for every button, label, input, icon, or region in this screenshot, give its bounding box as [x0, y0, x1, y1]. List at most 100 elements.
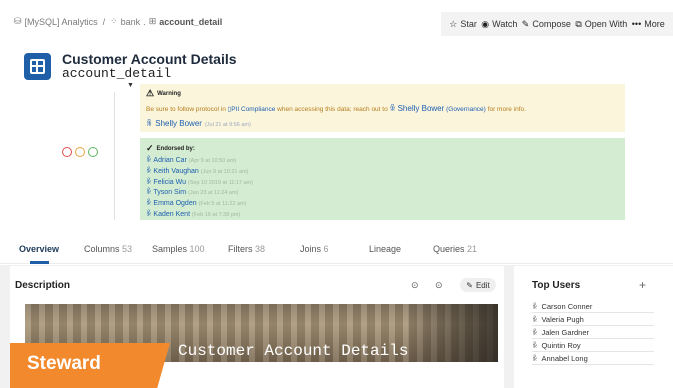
endorser-time: (Jun 9 at 10:21 am) [200, 168, 249, 175]
star-label: Star [460, 19, 477, 29]
tab-label: Joins [300, 244, 322, 254]
top-user-name: Annabel Long [541, 353, 588, 363]
watch-button[interactable]: ◉ Watch [481, 19, 517, 30]
schema-icon: ⁘ [110, 16, 118, 26]
person-icon: ꆜ [146, 119, 153, 128]
tab-columns[interactable]: Columns 53 [84, 244, 132, 254]
collapse-caret-icon[interactable]: ▼ [127, 82, 134, 89]
more-label: More [644, 19, 665, 29]
description-title: Description [15, 280, 71, 291]
endorser-name[interactable]: Tyson Sim [153, 189, 186, 196]
steward-label: Steward [27, 353, 101, 374]
status-yellow-circle-icon[interactable] [75, 147, 85, 157]
person-icon: ꆜ [532, 343, 538, 350]
status-green-circle-icon[interactable] [88, 147, 98, 157]
active-tab-indicator [30, 261, 49, 264]
breadcrumb-table[interactable]: account_detail [159, 17, 222, 27]
person-icon: ꆜ [532, 304, 538, 311]
top-user-item[interactable]: ꆜ Jalen Gardner [532, 326, 654, 339]
pencil-icon: ✎ [521, 18, 530, 29]
status-indicators [62, 147, 98, 157]
person-icon: ꆜ [532, 330, 538, 337]
endorsement-heading: Endorsed by: [156, 145, 195, 152]
pii-compliance-link[interactable]: PII Compliance [231, 106, 275, 113]
tab-queries[interactable]: Queries 21 [433, 244, 477, 254]
open-with-button[interactable]: ⧉ Open With [575, 19, 627, 30]
warning-text-2: when accessing this data; reach out to [277, 106, 388, 113]
endorser-time: (Apr 9 at 10:50 am) [188, 158, 237, 164]
tab-label: Lineage [369, 244, 402, 254]
status-red-circle-icon[interactable] [62, 147, 72, 157]
warning-heading: Warning [157, 90, 181, 97]
tab-count: 6 [323, 244, 329, 254]
person-icon: ꆜ [532, 317, 538, 324]
endorser-item: ꆜ Kaden Kent (Feb 16 at 7:38 pm) [146, 210, 619, 221]
page-subtitle: account_detail [62, 66, 172, 81]
endorser-name[interactable]: Adrian Car [153, 157, 186, 164]
clock-icon[interactable]: ⊙ [435, 280, 443, 291]
warning-banner: ⚠ Warning Be sure to follow protocol in … [140, 84, 625, 132]
endorser-name[interactable]: Kaden Kent [153, 211, 190, 218]
tab-label: Samples [152, 244, 188, 254]
image-caption-title: Customer Account Details [178, 342, 409, 360]
contact-link[interactable]: Shelly Bower [398, 104, 445, 113]
more-button[interactable]: ••• More [632, 19, 665, 29]
add-user-button[interactable]: + [639, 278, 646, 292]
tab-count: 38 [255, 244, 266, 254]
endorser-name[interactable]: Emma Ogden [153, 200, 196, 207]
endorser-time: (Feb 16 at 7:38 pm) [191, 211, 241, 218]
person-icon: ꆜ [389, 104, 396, 113]
breadcrumb-separator: / [102, 16, 106, 27]
endorser-item: ꆜ Tyson Sim (Jan 23 at 11:24 am) [146, 188, 619, 199]
table-icon: ⊞ [148, 16, 157, 26]
warning-author: ꆜ Shelly Bower (Jul 21 at 9:56 am) [146, 117, 619, 128]
top-user-item[interactable]: ꆜ Carson Conner [532, 300, 654, 313]
top-users-title: Top Users [532, 280, 581, 291]
check-icon: ✓ [146, 143, 154, 153]
tab-label: Queries [433, 244, 465, 254]
top-user-item[interactable]: ꆜ Annabel Long [532, 352, 654, 365]
history-icon[interactable]: ⊙ [411, 280, 419, 291]
tab-bar: Overview Columns 53 Samples 100 Filters … [0, 236, 673, 264]
endorsement-header: ✓ Endorsed by: [146, 143, 619, 154]
tab-overview[interactable]: Overview [19, 244, 59, 254]
compose-button[interactable]: ✎ Compose [522, 19, 571, 30]
top-user-item[interactable]: ꆜ Quintin Roy [532, 339, 654, 352]
thread-line [114, 92, 115, 220]
breadcrumb-source[interactable]: [MySQL] Analytics [25, 17, 98, 27]
endorsement-list: ꆜ Adrian Car (Apr 9 at 10:50 am) ꆜ Keith… [146, 156, 619, 221]
pencil-icon: ✎ [466, 280, 473, 290]
open-with-label: Open With [584, 19, 628, 29]
tab-count: 53 [122, 244, 133, 254]
endorser-name[interactable]: Keith Vaughan [153, 168, 198, 175]
endorser-item: ꆜ Emma Ogden (Feb 5 at 11:22 am) [146, 199, 619, 210]
tab-joins[interactable]: Joins 6 [300, 244, 329, 254]
star-button[interactable]: ☆ Star [449, 19, 477, 30]
compose-label: Compose [532, 19, 571, 29]
database-icon: ⛁ [14, 16, 22, 26]
tab-label: Overview [19, 244, 60, 254]
edit-button[interactable]: ✎ Edit [460, 278, 496, 292]
endorser-time: (Sep 10 2019 at 11:17 am) [187, 179, 253, 186]
tab-samples[interactable]: Samples 100 [152, 244, 205, 254]
tab-label: Filters [228, 244, 253, 254]
endorser-item: ꆜ Keith Vaughan (Jun 9 at 10:21 am) [146, 167, 619, 178]
breadcrumb-dot: . [143, 16, 146, 27]
star-icon: ☆ [449, 18, 458, 29]
top-user-name: Valeria Pugh [541, 314, 584, 324]
watch-label: Watch [492, 19, 518, 29]
tab-lineage[interactable]: Lineage [369, 244, 401, 254]
top-user-name: Jalen Gardner [541, 327, 589, 337]
top-user-item[interactable]: ꆜ Valeria Pugh [532, 313, 654, 326]
endorser-time: (Jan 23 at 11:24 am) [188, 190, 239, 197]
endorser-name[interactable]: Felicia Wu [153, 179, 186, 186]
warning-message: Be sure to follow protocol in ▯PII Compl… [146, 102, 619, 113]
top-user-name: Quintin Roy [541, 340, 581, 350]
tab-filters[interactable]: Filters 38 [228, 244, 265, 254]
tab-count: 21 [467, 244, 478, 254]
breadcrumb: ⛁ [MySQL] Analytics / ⁘ bank . ⊞ account… [14, 16, 222, 27]
endorser-item: ꆜ Adrian Car (Apr 9 at 10:50 am) [146, 156, 619, 167]
breadcrumb-schema[interactable]: bank [121, 17, 141, 27]
warning-author-name[interactable]: Shelly Bower [155, 119, 202, 128]
warning-text-3: for more info. [487, 106, 526, 113]
